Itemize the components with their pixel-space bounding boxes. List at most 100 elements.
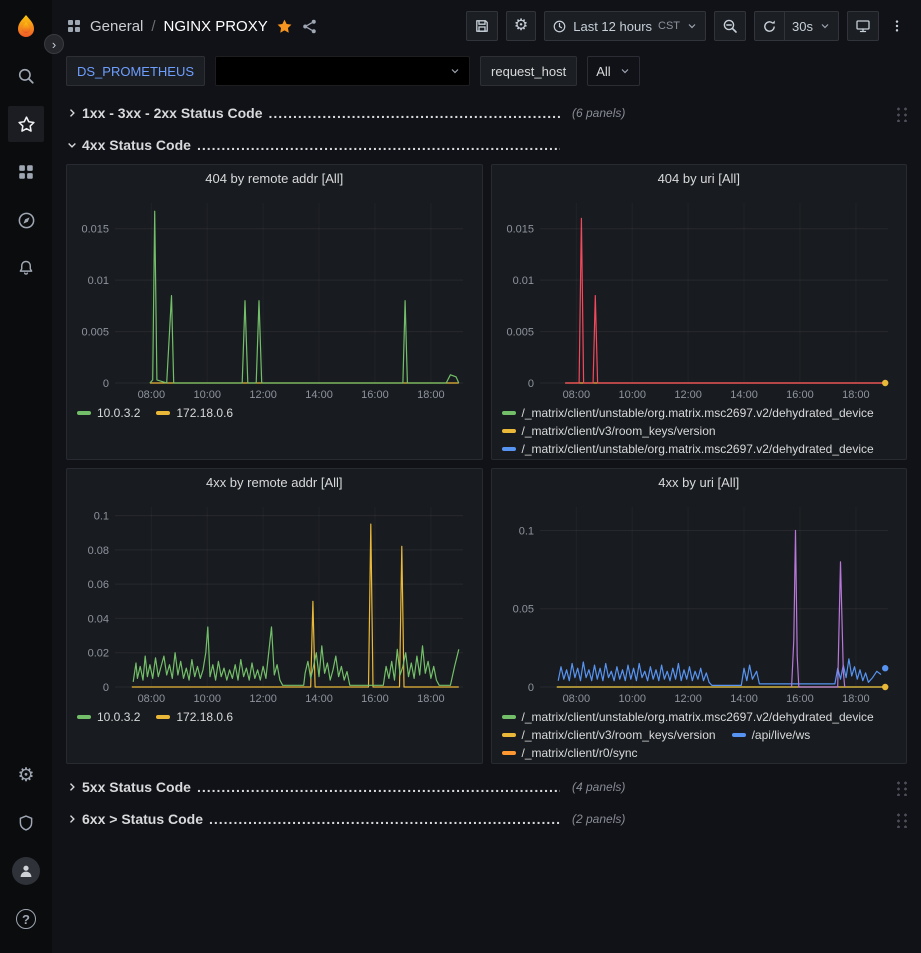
time-series-chart[interactable]: 08:0010:0012:0014:0016:0018:0000.050.1	[500, 497, 898, 707]
sidebar-item-help[interactable]: ?	[8, 901, 44, 937]
variable-label-request-host[interactable]: request_host	[480, 56, 577, 86]
legend-swatch	[732, 733, 746, 737]
legend-label: 172.18.0.6	[176, 406, 233, 420]
svg-text:10:00: 10:00	[194, 389, 222, 401]
panel-legend: 10.0.3.2 172.18.0.6	[67, 403, 482, 421]
top-navbar: General / NGINX PROXY	[52, 0, 921, 52]
sidebar-item-search[interactable]	[8, 58, 44, 94]
svg-text:0: 0	[528, 682, 534, 694]
breadcrumb-folder[interactable]: General	[90, 18, 143, 35]
row-panel-count: (4 panels)	[572, 780, 625, 794]
svg-text:12:00: 12:00	[250, 389, 278, 401]
grafana-logo-icon[interactable]	[8, 8, 44, 44]
variable-label-ds-prometheus[interactable]: DS_PROMETHEUS	[66, 56, 205, 86]
refresh-icon	[762, 19, 777, 34]
row-drag-handle[interactable]	[894, 779, 907, 796]
svg-text:18:00: 18:00	[417, 389, 445, 401]
legend-label: /_matrix/client/unstable/org.matrix.msc2…	[522, 442, 874, 456]
more-options-button[interactable]	[887, 11, 907, 41]
chevron-down-icon	[619, 65, 631, 77]
legend-item[interactable]: /api/live/ws	[732, 727, 811, 743]
svg-text:16:00: 16:00	[786, 693, 814, 705]
timezone-label: CST	[658, 20, 680, 32]
time-series-chart[interactable]: 08:0010:0012:0014:0016:0018:0000.0050.01…	[500, 193, 898, 403]
svg-text:0.01: 0.01	[88, 275, 109, 287]
panel-title[interactable]: 404 by uri [All]	[492, 165, 907, 193]
legend-item[interactable]: /_matrix/client/unstable/org.matrix.msc2…	[502, 709, 874, 725]
svg-text:0: 0	[528, 378, 534, 390]
svg-text:0.015: 0.015	[506, 224, 534, 236]
svg-text:0.06: 0.06	[88, 579, 109, 591]
row-drag-handle[interactable]	[894, 105, 907, 122]
chevron-down-icon	[449, 65, 461, 77]
legend-item[interactable]: /_matrix/client/v3/room_keys/version	[502, 423, 716, 439]
dashboard-settings-button[interactable]: ⚙	[506, 11, 536, 41]
save-dashboard-button[interactable]	[466, 11, 498, 41]
row-header-4xx[interactable]: 4xx Status Code ........................…	[66, 130, 907, 160]
svg-text:08:00: 08:00	[562, 693, 590, 705]
avatar	[12, 857, 40, 885]
share-icon[interactable]	[301, 18, 318, 35]
panel-title[interactable]: 4xx by uri [All]	[492, 469, 907, 497]
svg-text:0.05: 0.05	[512, 604, 533, 616]
gear-icon: ⚙	[514, 18, 528, 34]
row-header-6xx[interactable]: 6xx > Status Code ......................…	[66, 804, 907, 834]
refresh-group: 30s	[754, 11, 839, 41]
legend-item[interactable]: 10.0.3.2	[77, 709, 140, 725]
variables-bar: DS_PROMETHEUS request_host All	[52, 52, 921, 90]
sidebar-item-profile[interactable]	[8, 853, 44, 889]
main-area: General / NGINX PROXY	[52, 0, 921, 953]
legend-item[interactable]: 172.18.0.6	[156, 709, 233, 725]
dashboard-toolbar: ⚙ Last 12 hours CST	[466, 11, 907, 41]
row-leader-dots: ........................................…	[269, 105, 560, 121]
panel-title[interactable]: 404 by remote addr [All]	[67, 165, 482, 193]
sidebar-item-explore[interactable]	[8, 202, 44, 238]
sidebar-item-starred[interactable]	[8, 106, 44, 142]
monitor-icon	[855, 18, 871, 34]
time-range-picker[interactable]: Last 12 hours CST	[544, 11, 706, 41]
time-range-label: Last 12 hours	[573, 19, 652, 34]
compass-icon	[17, 211, 36, 230]
zoom-out-button[interactable]	[714, 11, 746, 41]
time-series-chart[interactable]: 08:0010:0012:0014:0016:0018:0000.0050.01…	[75, 193, 473, 403]
grafana-flame-icon	[13, 13, 39, 39]
legend-item[interactable]: 10.0.3.2	[77, 405, 140, 421]
svg-text:08:00: 08:00	[562, 389, 590, 401]
apps-grid-icon	[66, 18, 82, 34]
legend-item[interactable]: /_matrix/client/unstable/org.matrix.msc2…	[502, 405, 874, 421]
row-leader-dots: ........................................…	[197, 779, 560, 795]
sidebar-item-dashboards[interactable]	[8, 154, 44, 190]
datasource-value-dropdown[interactable]	[215, 56, 470, 86]
legend-label: /_matrix/client/unstable/org.matrix.msc2…	[522, 406, 874, 420]
sidebar-expand-toggle[interactable]: ›	[44, 34, 64, 54]
svg-text:0.08: 0.08	[88, 545, 109, 557]
panel-title[interactable]: 4xx by remote addr [All]	[67, 469, 482, 497]
grafana-app: ›	[0, 0, 921, 953]
legend-swatch	[156, 411, 170, 415]
legend-item[interactable]: /_matrix/client/unstable/org.matrix.msc2…	[502, 441, 874, 457]
row-header-5xx[interactable]: 5xx Status Code ........................…	[66, 772, 907, 802]
refresh-button[interactable]	[754, 11, 784, 41]
sidebar-item-server-admin[interactable]	[8, 805, 44, 841]
sidebar-item-configuration[interactable]: ⚙	[8, 757, 44, 793]
shield-icon	[17, 814, 35, 832]
legend-item[interactable]: /_matrix/client/r0/sync	[502, 745, 638, 761]
time-series-chart[interactable]: 08:0010:0012:0014:0016:0018:0000.020.040…	[75, 497, 473, 707]
dashboard-body: 1xx - 3xx - 2xx Status Code ............…	[52, 90, 921, 953]
favorite-star-icon[interactable]	[276, 18, 293, 35]
refresh-interval-label: 30s	[792, 19, 813, 34]
tv-mode-button[interactable]	[847, 11, 879, 41]
legend-item[interactable]: /_matrix/client/v3/room_keys/version	[502, 727, 716, 743]
panel-4xx-by-remote-addr: 4xx by remote addr [All] 08:0010:0012:00…	[66, 468, 483, 764]
svg-text:16:00: 16:00	[361, 693, 389, 705]
svg-text:14:00: 14:00	[730, 693, 758, 705]
clock-icon	[552, 19, 567, 34]
row-header-1xx-3xx-2xx[interactable]: 1xx - 3xx - 2xx Status Code ............…	[66, 98, 907, 128]
dashboard-title[interactable]: NGINX PROXY	[164, 18, 268, 35]
refresh-interval-dropdown[interactable]: 30s	[784, 11, 839, 41]
legend-item[interactable]: 172.18.0.6	[156, 405, 233, 421]
svg-text:0.02: 0.02	[88, 648, 109, 660]
row-drag-handle[interactable]	[894, 811, 907, 828]
sidebar-item-alerting[interactable]	[8, 250, 44, 286]
request-host-dropdown[interactable]: All	[587, 56, 639, 86]
